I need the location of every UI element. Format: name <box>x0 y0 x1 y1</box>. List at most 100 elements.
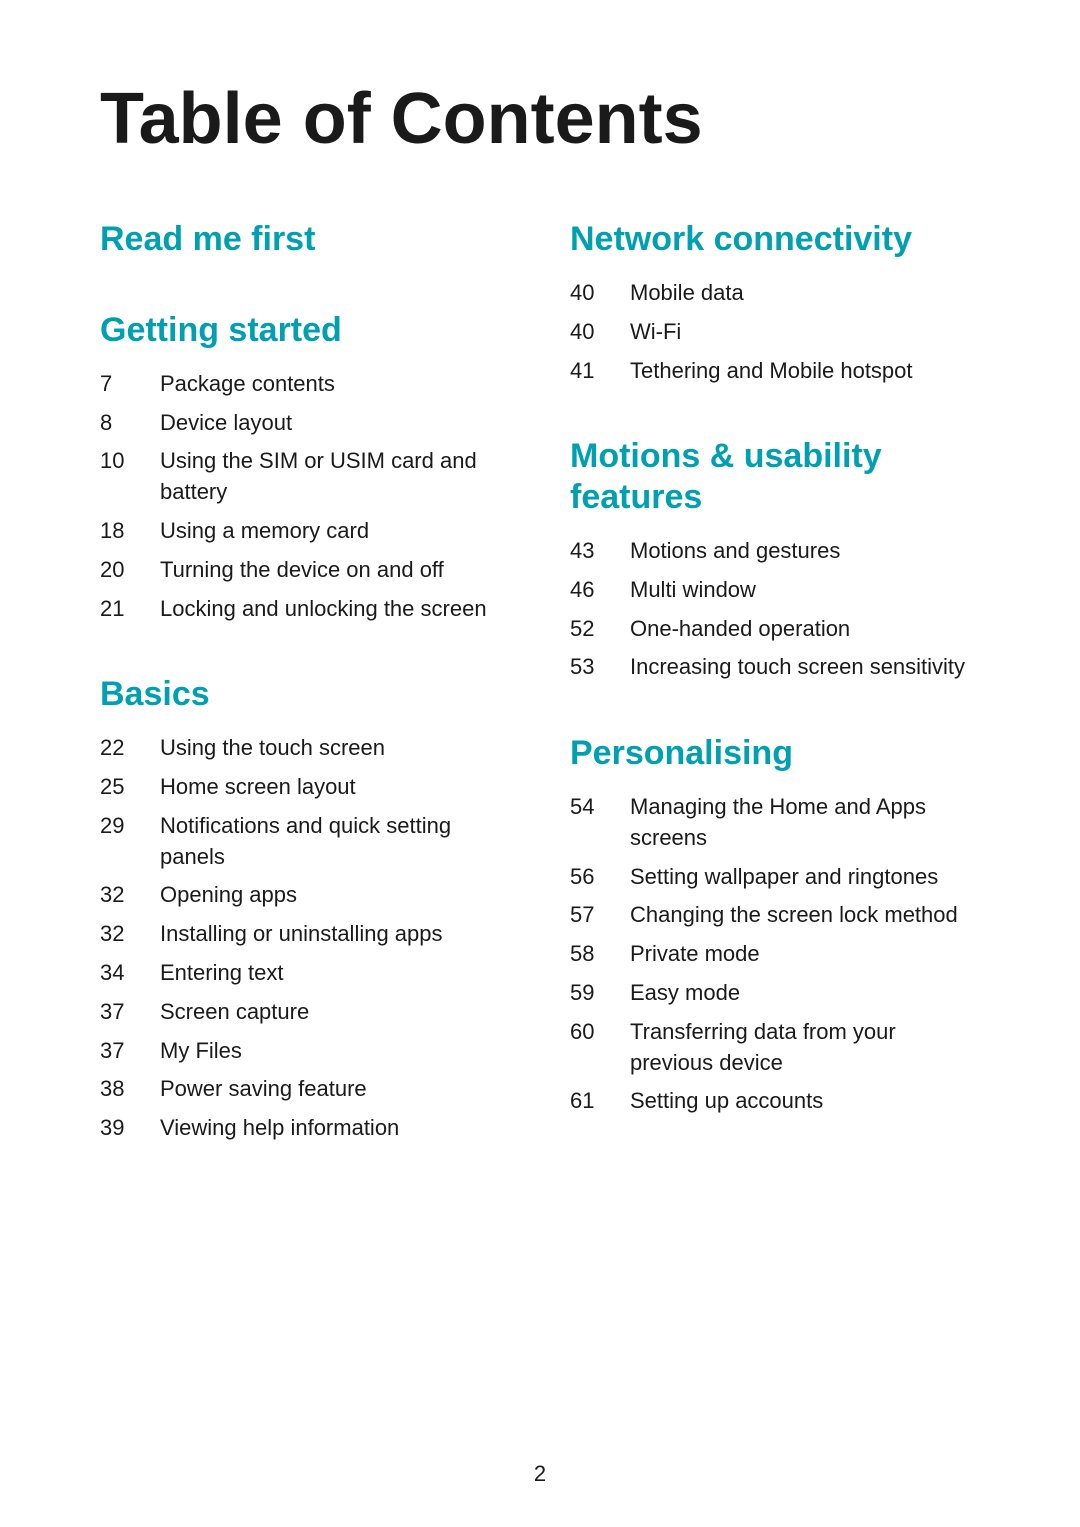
toc-number: 37 <box>100 997 160 1028</box>
page-title: Table of Contents <box>100 80 980 159</box>
toc-text: Home screen layout <box>160 772 510 803</box>
toc-text: Device layout <box>160 408 510 439</box>
list-item: 52 One-handed operation <box>570 614 980 645</box>
list-item: 56 Setting wallpaper and ringtones <box>570 862 980 893</box>
page-number: 2 <box>0 1461 1080 1487</box>
section-title-network-connectivity: Network connectivity <box>570 219 980 260</box>
toc-text: Setting up accounts <box>630 1086 980 1117</box>
section-motions-usability: Motions & usability features 43 Motions … <box>570 436 980 683</box>
toc-number: 34 <box>100 958 160 989</box>
list-item: 8 Device layout <box>100 408 510 439</box>
toc-number: 38 <box>100 1074 160 1105</box>
left-column: Read me first Getting started 7 Package … <box>100 219 510 1194</box>
list-item: 29 Notifications and quick setting panel… <box>100 811 510 873</box>
toc-text: Increasing touch screen sensitivity <box>630 652 980 683</box>
toc-number: 18 <box>100 516 160 547</box>
list-item: 10 Using the SIM or USIM card and batter… <box>100 446 510 508</box>
toc-number: 37 <box>100 1036 160 1067</box>
toc-number: 21 <box>100 594 160 625</box>
toc-number: 41 <box>570 356 630 387</box>
list-item: 46 Multi window <box>570 575 980 606</box>
two-column-layout: Read me first Getting started 7 Package … <box>100 219 980 1194</box>
toc-text: Motions and gestures <box>630 536 980 567</box>
page: Table of Contents Read me first Getting … <box>0 0 1080 1527</box>
toc-number: 43 <box>570 536 630 567</box>
list-item: 54 Managing the Home and Apps screens <box>570 792 980 854</box>
list-item: 40 Mobile data <box>570 278 980 309</box>
toc-text: Easy mode <box>630 978 980 1009</box>
section-basics: Basics 22 Using the touch screen 25 Home… <box>100 674 510 1144</box>
section-getting-started: Getting started 7 Package contents 8 Dev… <box>100 310 510 624</box>
toc-text: Turning the device on and off <box>160 555 510 586</box>
toc-text: Entering text <box>160 958 510 989</box>
toc-number: 56 <box>570 862 630 893</box>
section-title-getting-started: Getting started <box>100 310 510 351</box>
list-item: 59 Easy mode <box>570 978 980 1009</box>
list-item: 7 Package contents <box>100 369 510 400</box>
toc-number: 58 <box>570 939 630 970</box>
list-item: 39 Viewing help information <box>100 1113 510 1144</box>
list-item: 38 Power saving feature <box>100 1074 510 1105</box>
list-item: 32 Installing or uninstalling apps <box>100 919 510 950</box>
toc-number: 53 <box>570 652 630 683</box>
toc-text: Installing or uninstalling apps <box>160 919 510 950</box>
toc-number: 57 <box>570 900 630 931</box>
list-item: 20 Turning the device on and off <box>100 555 510 586</box>
toc-number: 8 <box>100 408 160 439</box>
toc-number: 32 <box>100 880 160 911</box>
toc-text: Multi window <box>630 575 980 606</box>
toc-text: Notifications and quick setting panels <box>160 811 510 873</box>
toc-text: Package contents <box>160 369 510 400</box>
list-item: 22 Using the touch screen <box>100 733 510 764</box>
list-item: 41 Tethering and Mobile hotspot <box>570 356 980 387</box>
toc-number: 25 <box>100 772 160 803</box>
toc-number: 60 <box>570 1017 630 1048</box>
right-column: Network connectivity 40 Mobile data 40 W… <box>570 219 980 1194</box>
toc-text: Setting wallpaper and ringtones <box>630 862 980 893</box>
toc-number: 54 <box>570 792 630 823</box>
toc-text: One-handed operation <box>630 614 980 645</box>
toc-text: Using the SIM or USIM card and battery <box>160 446 510 508</box>
list-item: 32 Opening apps <box>100 880 510 911</box>
toc-number: 46 <box>570 575 630 606</box>
section-personalising: Personalising 54 Managing the Home and A… <box>570 733 980 1117</box>
list-item: 53 Increasing touch screen sensitivity <box>570 652 980 683</box>
toc-number: 10 <box>100 446 160 477</box>
toc-text: Locking and unlocking the screen <box>160 594 510 625</box>
list-item: 60 Transferring data from your previous … <box>570 1017 980 1079</box>
toc-text: Power saving feature <box>160 1074 510 1105</box>
list-item: 18 Using a memory card <box>100 516 510 547</box>
toc-text: My Files <box>160 1036 510 1067</box>
list-item: 43 Motions and gestures <box>570 536 980 567</box>
toc-text: Tethering and Mobile hotspot <box>630 356 980 387</box>
section-title-motions-usability: Motions & usability features <box>570 436 980 518</box>
toc-number: 7 <box>100 369 160 400</box>
toc-number: 39 <box>100 1113 160 1144</box>
toc-text: Managing the Home and Apps screens <box>630 792 980 854</box>
toc-text: Viewing help information <box>160 1113 510 1144</box>
toc-number: 40 <box>570 317 630 348</box>
toc-number: 32 <box>100 919 160 950</box>
section-title-read-me-first: Read me first <box>100 219 510 260</box>
toc-number: 59 <box>570 978 630 1009</box>
toc-text: Wi-Fi <box>630 317 980 348</box>
toc-number: 20 <box>100 555 160 586</box>
toc-text: Private mode <box>630 939 980 970</box>
toc-text: Mobile data <box>630 278 980 309</box>
section-read-me-first: Read me first <box>100 219 510 260</box>
list-item: 37 Screen capture <box>100 997 510 1028</box>
toc-number: 29 <box>100 811 160 842</box>
list-item: 61 Setting up accounts <box>570 1086 980 1117</box>
toc-number: 40 <box>570 278 630 309</box>
toc-text: Using a memory card <box>160 516 510 547</box>
list-item: 40 Wi-Fi <box>570 317 980 348</box>
toc-number: 52 <box>570 614 630 645</box>
section-title-basics: Basics <box>100 674 510 715</box>
toc-number: 61 <box>570 1086 630 1117</box>
list-item: 57 Changing the screen lock method <box>570 900 980 931</box>
list-item: 58 Private mode <box>570 939 980 970</box>
list-item: 25 Home screen layout <box>100 772 510 803</box>
list-item: 34 Entering text <box>100 958 510 989</box>
list-item: 37 My Files <box>100 1036 510 1067</box>
section-network-connectivity: Network connectivity 40 Mobile data 40 W… <box>570 219 980 386</box>
